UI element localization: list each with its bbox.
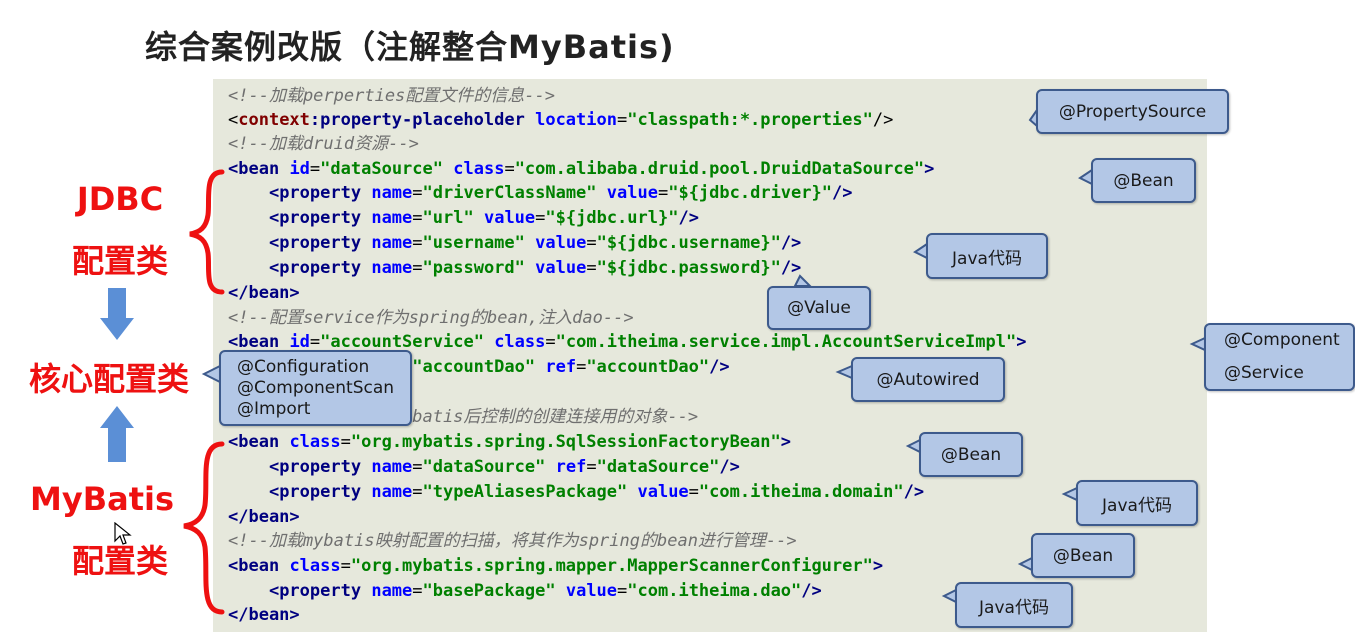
callout-pointer	[201, 364, 221, 384]
component-scan-annotation: @ComponentScan	[237, 377, 395, 398]
jdbc-label-1: JDBC	[76, 180, 164, 218]
component-annotation: @Component	[1224, 330, 1340, 350]
arrow-up-icon	[100, 406, 134, 462]
java-code-callout-3: Java代码	[955, 582, 1073, 628]
value-callout: @Value	[767, 286, 871, 330]
bean-callout-1: @Bean	[1091, 158, 1196, 203]
property-source-callout: @PropertySource	[1036, 89, 1229, 134]
java-code-callout-2: Java代码	[1076, 480, 1198, 526]
mouse-cursor-icon	[114, 522, 132, 545]
callout-pointer	[835, 364, 853, 380]
callout-pointer	[793, 274, 813, 287]
java-code-callout-1: Java代码	[926, 233, 1048, 279]
bean-callout-2: @Bean	[919, 432, 1023, 477]
jdbc-brace	[189, 169, 225, 295]
bean-callout-3: @Bean	[1031, 533, 1135, 578]
autowired-callout: @Autowired	[851, 357, 1005, 402]
mybatis-label-1: MyBatis	[30, 480, 174, 518]
core-config-label: 核心配置类	[28, 360, 189, 398]
service-annotation: @Service	[1224, 363, 1304, 383]
core-annotations-callout: @Configuration @ComponentScan @Import	[219, 350, 412, 426]
jdbc-label-2: 配置类	[71, 242, 168, 280]
configuration-annotation: @Configuration	[237, 356, 370, 377]
mybatis-brace	[183, 441, 225, 615]
import-annotation: @Import	[237, 398, 311, 419]
component-service-callout: @Component @Service	[1204, 323, 1355, 391]
arrow-down-icon	[100, 288, 134, 340]
